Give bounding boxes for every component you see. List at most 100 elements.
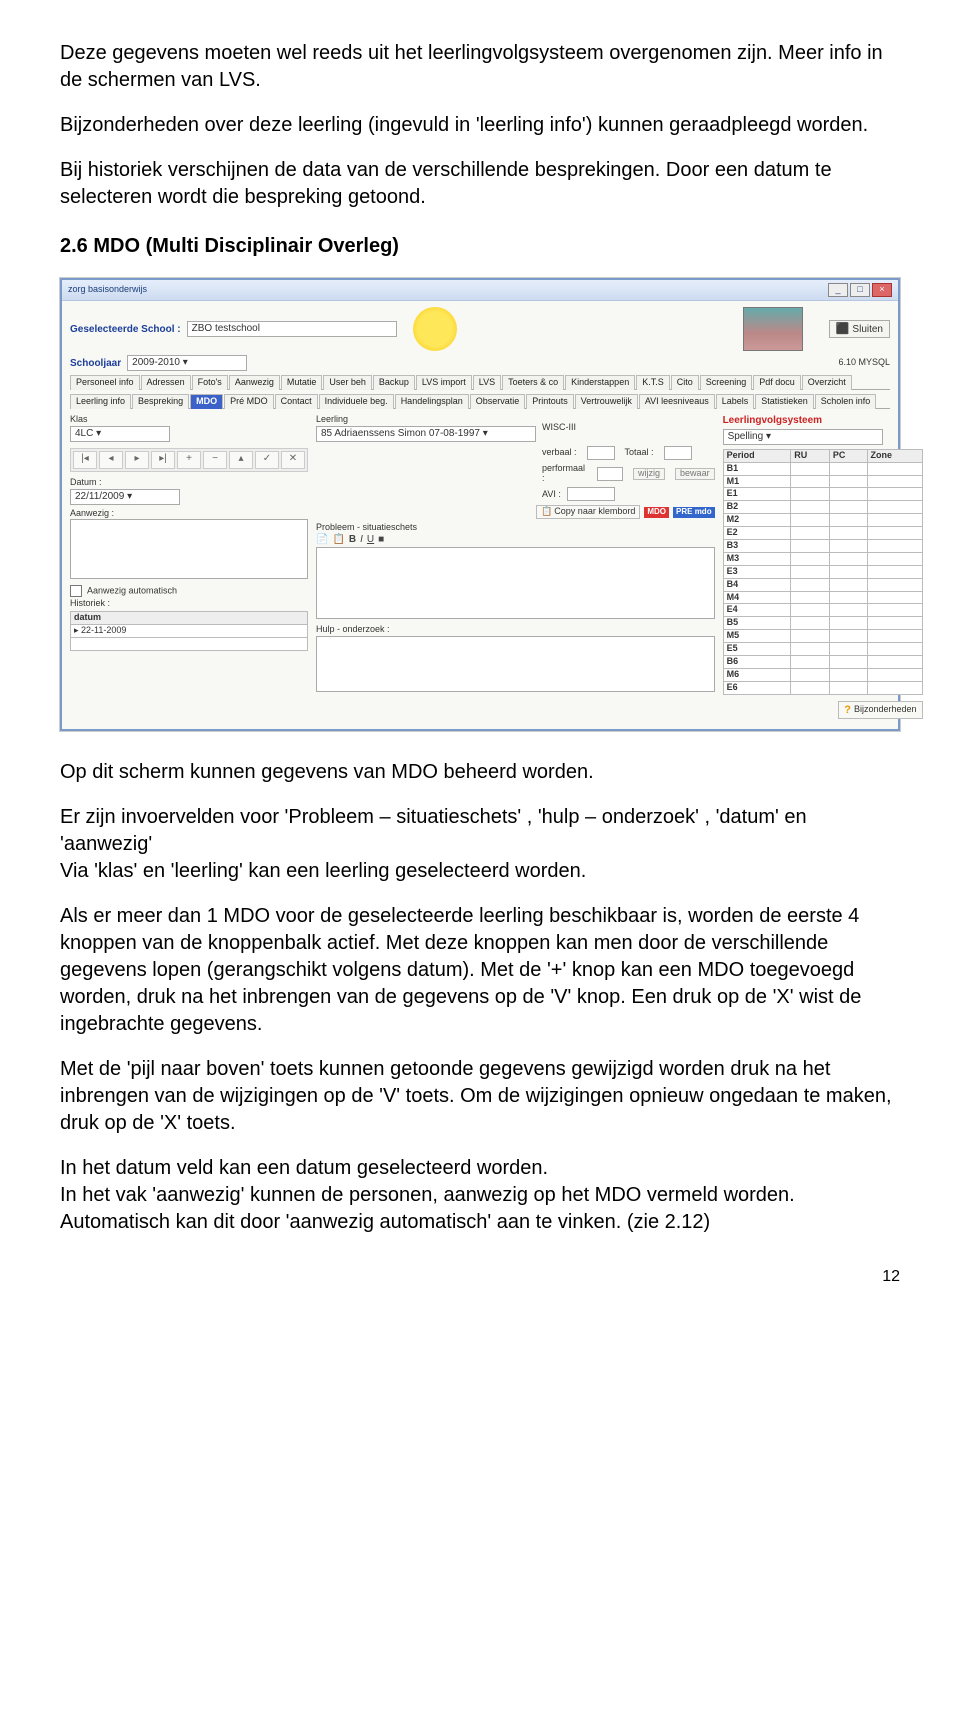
tab-lvs-import[interactable]: LVS import — [416, 375, 472, 390]
school-input[interactable]: ZBO testschool — [187, 321, 397, 337]
tab-printouts[interactable]: Printouts — [526, 394, 574, 409]
tab-k-t-s[interactable]: K.T.S — [636, 375, 670, 390]
maximize-button[interactable]: □ — [850, 283, 870, 297]
probleem-textarea[interactable] — [316, 547, 715, 619]
tab-toeters-co[interactable]: Toeters & co — [502, 375, 564, 390]
tab-overzicht[interactable]: Overzicht — [802, 375, 852, 390]
lvs-row[interactable]: E6 — [723, 681, 922, 694]
lvs-row[interactable]: B5 — [723, 617, 922, 630]
nav-btn-5[interactable]: − — [203, 451, 227, 469]
mdo-badge[interactable]: MDO — [644, 507, 669, 518]
lvs-dropdown[interactable]: Spelling ▾ — [723, 429, 883, 445]
tab-lvs[interactable]: LVS — [473, 375, 501, 390]
body-para-2: Er zijn invoervelden voor 'Probleem – si… — [60, 804, 900, 858]
tab-observatie[interactable]: Observatie — [470, 394, 526, 409]
lvs-row[interactable]: E3 — [723, 565, 922, 578]
aanwezig-auto-checkbox[interactable] — [70, 585, 82, 597]
nav-btn-4[interactable]: + — [177, 451, 201, 469]
tab-pr-mdo[interactable]: Pré MDO — [224, 394, 274, 409]
bewaar-button[interactable]: bewaar — [675, 468, 715, 480]
tab-statistieken[interactable]: Statistieken — [755, 394, 814, 409]
body-para-3: Via 'klas' en 'leerling' kan een leerlin… — [60, 858, 900, 885]
tab-bespreking[interactable]: Bespreking — [132, 394, 189, 409]
tab-mdo[interactable]: MDO — [190, 394, 223, 409]
minimize-button[interactable]: _ — [828, 283, 848, 297]
lvs-row[interactable]: E2 — [723, 527, 922, 540]
totaal-input[interactable] — [664, 446, 692, 460]
color-button[interactable]: ■ — [378, 534, 384, 545]
rich-toolbar: 📄 📋 B I U ■ — [316, 534, 715, 545]
lvs-row[interactable]: M2 — [723, 514, 922, 527]
tab-avi-leesniveaus[interactable]: AVI leesniveaus — [639, 394, 715, 409]
nav-btn-0[interactable]: |◂ — [73, 451, 97, 469]
performaal-input[interactable] — [597, 467, 623, 481]
tab-screening[interactable]: Screening — [700, 375, 753, 390]
klas-select[interactable]: 4LC ▾ — [70, 426, 170, 442]
tab-handelingsplan[interactable]: Handelingsplan — [395, 394, 469, 409]
lvs-row[interactable]: M1 — [723, 475, 922, 488]
hist-row[interactable]: ▸ 22-11-2009 — [71, 625, 308, 638]
app-screenshot: zorg basisonderwijs _ □ × Geselecteerde … — [60, 278, 900, 731]
copy-clipboard-button[interactable]: 📋 Copy naar klembord — [536, 505, 640, 519]
paste-icon[interactable]: 📋 — [332, 534, 344, 545]
nav-btn-6[interactable]: ▴ — [229, 451, 253, 469]
tab-adressen[interactable]: Adressen — [141, 375, 191, 390]
lvs-row[interactable]: M4 — [723, 591, 922, 604]
historiek-table[interactable]: datum ▸ 22-11-2009 — [70, 611, 308, 651]
tab-backup[interactable]: Backup — [373, 375, 415, 390]
lvs-row[interactable]: M3 — [723, 552, 922, 565]
tab-pdf-docu[interactable]: Pdf docu — [753, 375, 801, 390]
tab-contact[interactable]: Contact — [275, 394, 318, 409]
tab-cito[interactable]: Cito — [671, 375, 699, 390]
wijzig-button[interactable]: wijzig — [633, 468, 665, 480]
bold-button[interactable]: B — [349, 534, 356, 545]
klas-label: Klas — [70, 415, 308, 425]
nav-btn-1[interactable]: ◂ — [99, 451, 123, 469]
lvs-row[interactable]: B4 — [723, 578, 922, 591]
tab-kinderstappen[interactable]: Kinderstappen — [565, 375, 635, 390]
window-close-button[interactable]: × — [872, 283, 892, 297]
tab-aanwezig[interactable]: Aanwezig — [229, 375, 280, 390]
lvs-col-ru: RU — [791, 449, 830, 462]
lvs-row[interactable]: B3 — [723, 540, 922, 553]
italic-button[interactable]: I — [360, 534, 363, 545]
nav-btn-7[interactable]: ✓ — [255, 451, 279, 469]
lvs-row[interactable]: E4 — [723, 604, 922, 617]
tab-user-beh[interactable]: User beh — [323, 375, 372, 390]
body-para-6: In het datum veld kan een datum geselect… — [60, 1155, 900, 1182]
nav-btn-2[interactable]: ▸ — [125, 451, 149, 469]
lvs-row[interactable]: E1 — [723, 488, 922, 501]
underline-button[interactable]: U — [367, 534, 374, 545]
avi-input[interactable] — [567, 487, 615, 501]
school-label: Geselecteerde School : — [70, 324, 181, 335]
bijzonderheden-button[interactable]: ?Bijzonderheden — [838, 701, 922, 719]
copy-icon[interactable]: 📄 — [316, 534, 328, 545]
tab-foto-s[interactable]: Foto's — [192, 375, 228, 390]
lvs-row[interactable]: E5 — [723, 643, 922, 656]
probleem-label: Probleem - situatieschets — [316, 523, 715, 533]
lvs-row[interactable]: M5 — [723, 630, 922, 643]
hulp-label: Hulp - onderzoek : — [316, 625, 715, 635]
body-para-5: Met de 'pijl naar boven' toets kunnen ge… — [60, 1056, 900, 1137]
tab-leerling-info[interactable]: Leerling info — [70, 394, 131, 409]
tab-individuele-beg-[interactable]: Individuele beg. — [319, 394, 394, 409]
nav-btn-8[interactable]: ✕ — [281, 451, 305, 469]
aanwezig-list[interactable] — [70, 519, 308, 579]
lvs-row[interactable]: M6 — [723, 668, 922, 681]
lvs-row[interactable]: B1 — [723, 462, 922, 475]
tab-vertrouwelijk[interactable]: Vertrouwelijk — [575, 394, 638, 409]
tab-mutatie[interactable]: Mutatie — [281, 375, 323, 390]
pre-mdo-badge[interactable]: PRE mdo — [673, 507, 715, 518]
tab-personeel-info[interactable]: Personeel info — [70, 375, 140, 390]
sluiten-button[interactable]: ⬛Sluiten — [829, 320, 890, 338]
tab-labels[interactable]: Labels — [716, 394, 755, 409]
lvs-row[interactable]: B6 — [723, 656, 922, 669]
nav-btn-3[interactable]: ▸| — [151, 451, 175, 469]
datum-input[interactable]: 22/11/2009 ▾ — [70, 489, 180, 505]
tab-scholen-info[interactable]: Scholen info — [815, 394, 877, 409]
lvs-row[interactable]: B2 — [723, 501, 922, 514]
verbaal-input[interactable] — [587, 446, 615, 460]
year-select[interactable]: 2009-2010 ▾ — [127, 355, 247, 371]
leerling-select[interactable]: 85 Adriaenssens Simon 07-08-1997 ▾ — [316, 426, 536, 442]
hulp-textarea[interactable] — [316, 636, 715, 692]
